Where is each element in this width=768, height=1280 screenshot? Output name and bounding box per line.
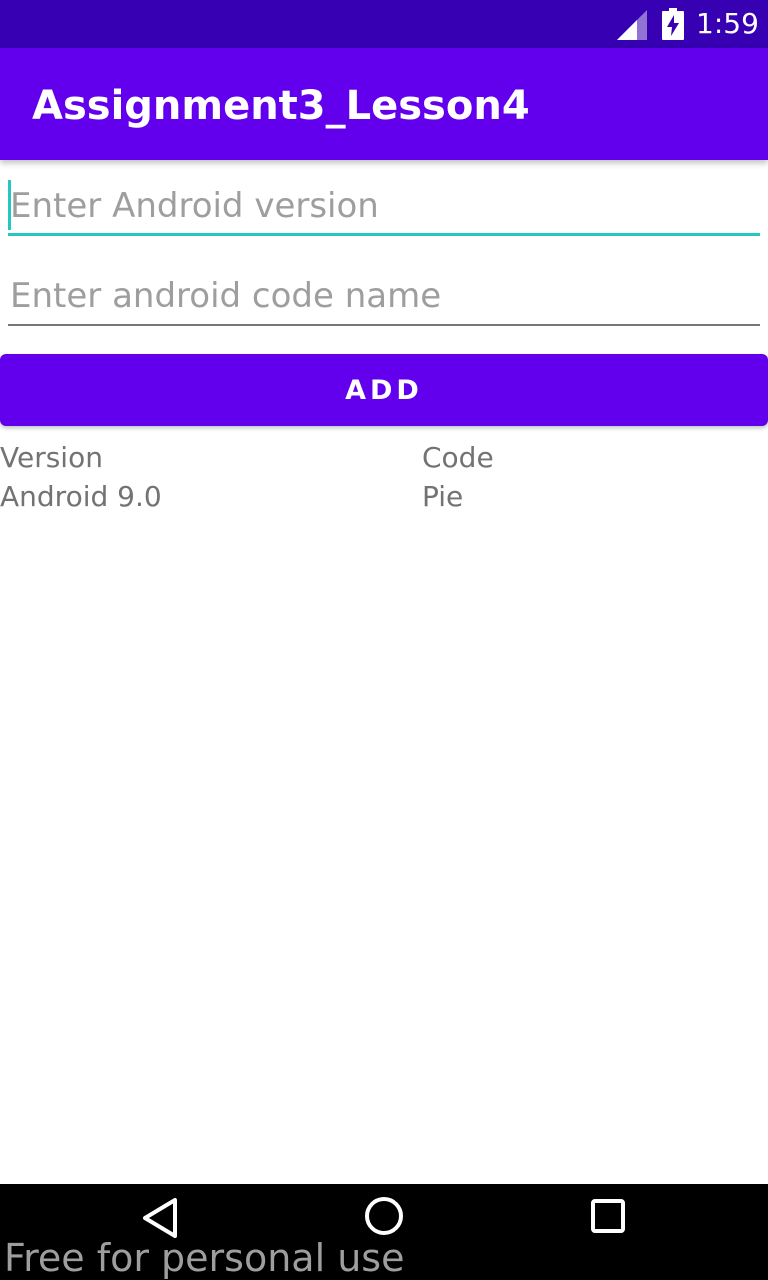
android-version-input[interactable]: Enter Android version [8,178,760,238]
android-code-name-underline [8,324,760,326]
table-cell-version: Android 9.0 [0,480,162,513]
recents-icon[interactable] [590,1198,626,1234]
add-button[interactable]: ADD [0,354,768,426]
back-icon[interactable] [140,1196,180,1240]
android-code-name-input[interactable]: Enter android code name [8,268,760,328]
home-icon[interactable] [362,1194,406,1238]
status-time: 1:59 [696,7,759,40]
android-code-name-placeholder: Enter android code name [10,276,442,316]
app-bar: Assignment3_Lesson4 [0,48,768,160]
android-version-placeholder: Enter Android version [10,186,379,226]
table-header-version: Version [0,441,103,474]
cell-signal-icon [617,10,647,40]
watermark-text: Free for personal use [4,1236,405,1280]
android-version-underline [8,233,760,236]
table-header-code: Code [422,441,494,474]
app-title: Assignment3_Lesson4 [32,83,530,129]
status-bar: 1:59 [0,0,768,48]
table-cell-code: Pie [422,480,464,513]
add-button-label: ADD [345,374,423,406]
battery-charging-icon [662,8,684,40]
